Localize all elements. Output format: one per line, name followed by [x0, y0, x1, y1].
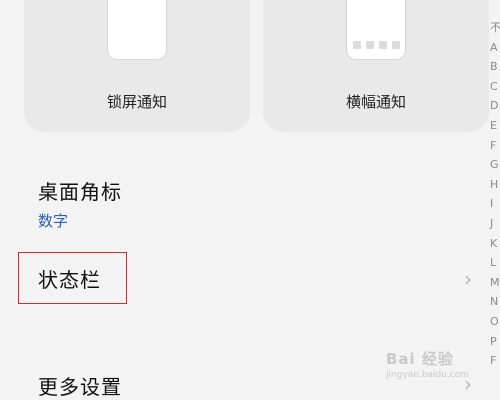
banner-notification-label: 横幅通知 [345, 93, 406, 111]
alphabet-index[interactable]: 不 A B C D E F G H I J K L M N O P F [490, 18, 500, 371]
index-letter[interactable]: A [490, 38, 498, 58]
index-letter[interactable]: P [490, 332, 497, 352]
index-letter[interactable]: M [490, 273, 500, 293]
lock-screen-phone-illustration [107, 0, 167, 60]
index-letter[interactable]: B [490, 57, 498, 77]
desktop-badge-title[interactable]: 桌面角标 [38, 176, 122, 205]
index-letter[interactable]: D [490, 96, 498, 116]
index-letter[interactable]: H [490, 175, 498, 195]
desktop-badge-value: 数字 [38, 212, 69, 230]
index-letter[interactable]: L [490, 253, 496, 273]
more-settings-title[interactable]: 更多设置 [38, 371, 122, 400]
index-letter[interactable]: F [490, 136, 496, 156]
status-bar-highlight-box [18, 252, 127, 304]
index-letter[interactable]: G [490, 155, 499, 175]
baidu-jingyan-watermark: Bai 经验 jingyan.baidu.com [386, 348, 469, 380]
banner-phone-illustration [346, 0, 406, 60]
index-letter[interactable]: I [490, 194, 493, 214]
banner-notification-card[interactable]: 横幅通知 [263, 0, 489, 132]
lock-screen-notification-label: 锁屏通知 [106, 93, 167, 111]
index-letter[interactable]: O [490, 312, 499, 332]
index-letter[interactable]: C [490, 77, 498, 97]
watermark-url: jingyan.baidu.com [386, 370, 470, 380]
index-letter[interactable]: F [490, 351, 496, 371]
chevron-right-icon[interactable]: › [464, 267, 472, 291]
app-dock-dots [347, 41, 405, 49]
index-letter[interactable]: 不 [490, 18, 500, 38]
index-letter[interactable]: K [490, 234, 497, 254]
watermark-logo-text: Bai 经验 [386, 350, 454, 368]
index-letter[interactable]: E [490, 116, 497, 136]
index-letter[interactable]: N [490, 292, 498, 312]
index-letter[interactable]: J [490, 214, 493, 234]
lock-screen-notification-card[interactable]: 锁屏通知 [24, 0, 250, 132]
